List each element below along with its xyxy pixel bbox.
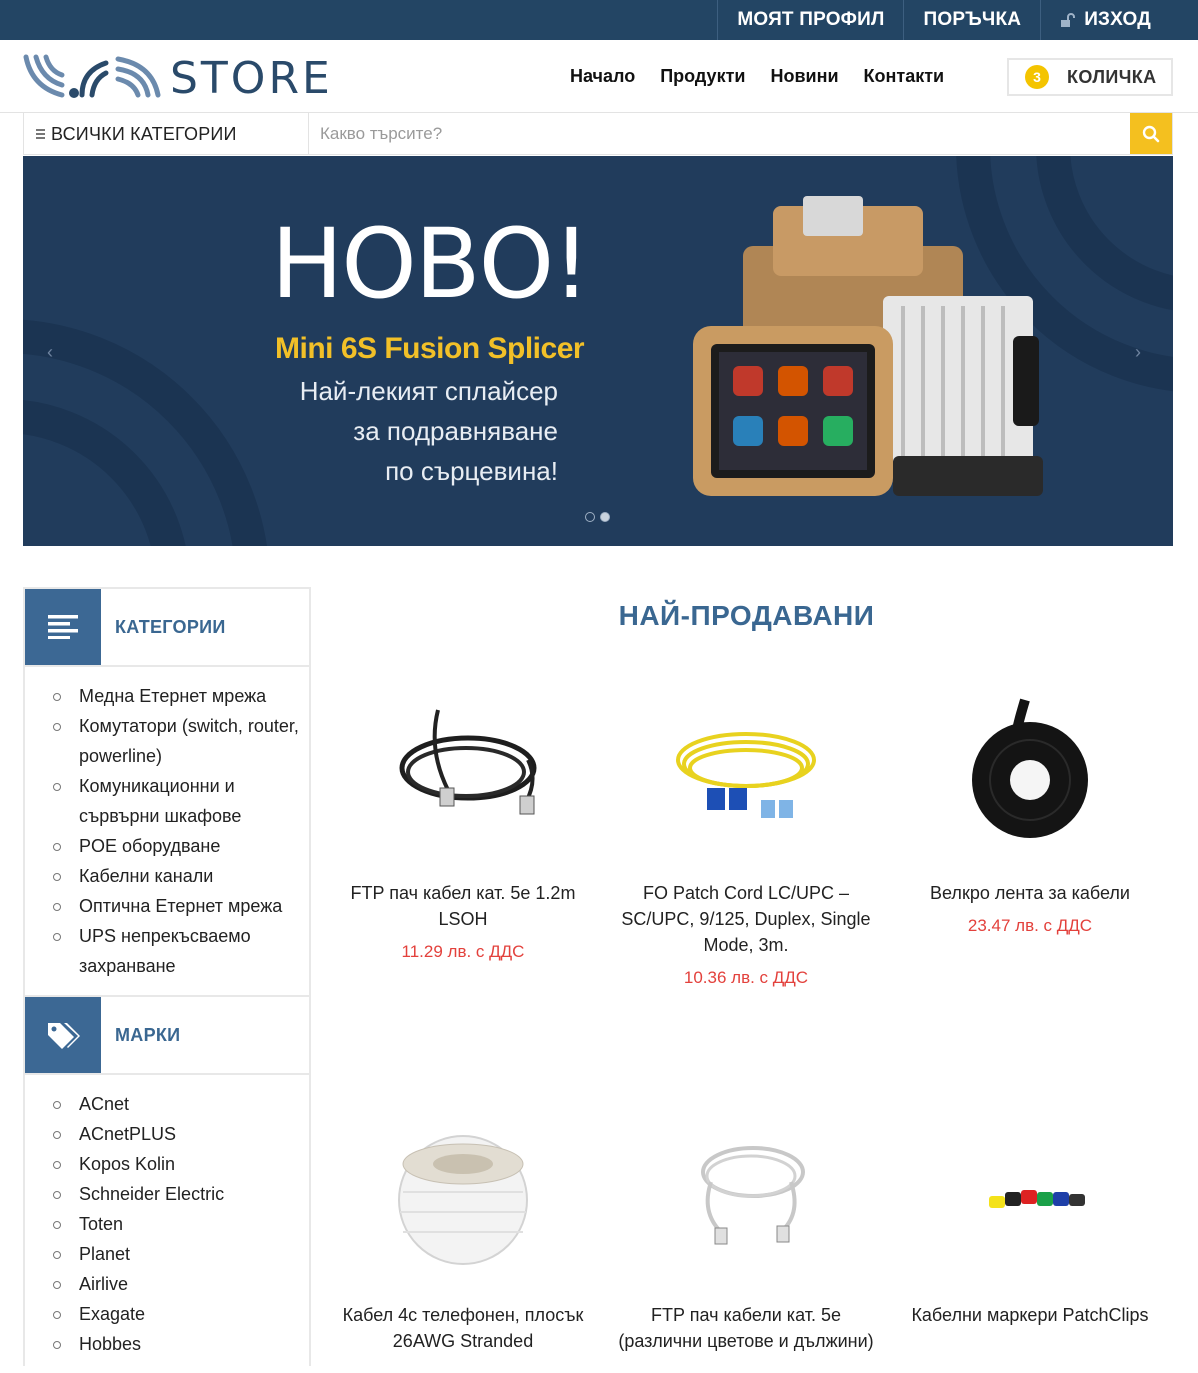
product-name[interactable]: Кабелни маркери PatchClips [900, 1302, 1160, 1328]
product-card[interactable]: FTP пач кабели кат. 5е (различни цветове… [616, 1112, 876, 1354]
brands-list: ACnet ACnetPLUS Kopos Kolin Schneider El… [25, 1075, 309, 1373]
brand-item[interactable]: ACnet [25, 1089, 309, 1119]
product-name[interactable]: FTP пач кабели кат. 5е (различни цветове… [616, 1302, 876, 1354]
brand-item[interactable]: Airlive [25, 1269, 309, 1299]
product-image-ftp-cable[interactable] [378, 690, 548, 860]
banner-line-1: Най-лекият сплайсер [299, 376, 558, 406]
brand-item[interactable]: Hobbes [25, 1329, 309, 1359]
search-icon [1142, 125, 1160, 142]
categories-list: Медна Етернет мрежа Комутатори (switch, … [25, 667, 309, 995]
tags-icon [48, 1023, 80, 1049]
product-price: 11.29 лв. с ДДС [401, 942, 525, 961]
product-image-telephone-cable[interactable] [378, 1112, 548, 1282]
brands-icon-box [25, 997, 101, 1073]
sidebar: КАТЕГОРИИ Медна Етернет мрежа Комутатори… [23, 587, 311, 1366]
logo-text: STORE [170, 53, 333, 104]
product-card[interactable]: FTP пач кабел кат. 5е 1.2m LSOH 11.29 лв… [333, 690, 593, 962]
list-icon [36, 129, 45, 139]
brand-item[interactable]: ACnetPLUS [25, 1119, 309, 1149]
product-price: 10.36 лв. с ДДС [683, 968, 809, 987]
brand-item[interactable]: Kopos Kolin [25, 1149, 309, 1179]
product-name[interactable]: FTP пач кабел кат. 5е 1.2m LSOH [333, 880, 593, 932]
categories-icon-box [25, 589, 101, 665]
top-bar: МОЯТ ПРОФИЛ ПОРЪЧКА ИЗХОД [0, 0, 1198, 40]
search-bar: ВСИЧКИ КАТЕГОРИИ [23, 113, 1173, 155]
cart-count-badge: 3 [1025, 65, 1049, 89]
brand-item[interactable]: Exagate [25, 1299, 309, 1329]
categories-header: КАТЕГОРИИ [25, 589, 309, 667]
unlock-icon [1061, 13, 1076, 27]
product-card[interactable]: Кабел 4с телефонен, плосък 26AWG Strande… [333, 1112, 593, 1354]
banner-prev-arrow[interactable]: ‹ [47, 342, 53, 363]
product-image-fo-patch-cord[interactable] [661, 690, 831, 860]
site-header: STORE Начало Продукти Новини Контакти 3 … [0, 40, 1198, 113]
category-select[interactable]: ВСИЧКИ КАТЕГОРИИ [24, 113, 309, 155]
banner-dot-1[interactable] [585, 512, 595, 522]
category-select-label: ВСИЧКИ КАТЕГОРИИ [51, 123, 237, 144]
banner-pagination [585, 512, 615, 522]
bestsellers-title: НАЙ-ПРОДАВАНИ [618, 600, 875, 631]
my-profile-link[interactable]: МОЯТ ПРОФИЛ [717, 0, 903, 40]
logout-link[interactable]: ИЗХОД [1040, 0, 1198, 40]
product-image-velcro[interactable] [945, 690, 1115, 860]
product-card[interactable]: FO Patch Cord LC/UPC – SC/UPC, 9/125, Du… [616, 690, 876, 988]
banner-subtitle: Mini 6S Fusion Splicer [275, 332, 585, 365]
cart-label: КОЛИЧКА [1067, 66, 1157, 87]
brand-item[interactable]: Schneider Electric [25, 1179, 309, 1209]
order-link[interactable]: ПОРЪЧКА [903, 0, 1040, 40]
brand-item[interactable]: Toten [25, 1209, 309, 1239]
banner-line-3: по сърцевина! [385, 456, 558, 486]
wireless-logo-icon [23, 54, 161, 98]
categories-title: КАТЕГОРИИ [115, 616, 226, 637]
brands-title: МАРКИ [115, 1024, 181, 1045]
nav-contacts[interactable]: Контакти [864, 66, 945, 87]
product-price: 23.47 лв. с ДДС [967, 916, 1093, 935]
store-logo[interactable]: STORE [22, 51, 330, 104]
nav-news[interactable]: Новини [770, 66, 838, 87]
my-profile-label: МОЯТ ПРОФИЛ [737, 9, 885, 30]
fusion-splicer-image [693, 196, 1043, 496]
banner-line-2: за подравняване [353, 416, 558, 446]
category-item[interactable]: Кабелни канали [25, 861, 309, 891]
hero-banner[interactable]: ‹ › НОВО! Mini 6S Fusion Splicer Най-лек… [23, 156, 1173, 546]
search-input[interactable] [309, 113, 1130, 154]
product-name[interactable]: Кабел 4с телефонен, плосък 26AWG Strande… [333, 1302, 593, 1354]
cart-button[interactable]: 3 КОЛИЧКА [1007, 58, 1173, 96]
logout-label: ИЗХОД [1084, 9, 1151, 30]
nav-products[interactable]: Продукти [660, 66, 745, 87]
search-button[interactable] [1130, 113, 1172, 154]
product-image-patchclips[interactable] [945, 1112, 1115, 1282]
account-links: МОЯТ ПРОФИЛ ПОРЪЧКА ИЗХОД [717, 0, 1198, 40]
banner-next-arrow[interactable]: › [1135, 342, 1141, 363]
main-nav: Начало Продукти Новини Контакти [570, 40, 969, 113]
product-image-ftp-cables-colors[interactable] [661, 1112, 831, 1282]
category-item[interactable]: POE оборудване [25, 831, 309, 861]
align-left-icon [48, 615, 78, 639]
category-item[interactable]: UPS непрекъсваемо захранване [25, 921, 309, 981]
product-card[interactable]: Кабелни маркери PatchClips [900, 1112, 1160, 1328]
category-item[interactable]: Комутатори (switch, router, powerline) [25, 711, 309, 771]
product-card[interactable]: Велкро лента за кабели 23.47 лв. с ДДС [900, 690, 1160, 936]
brands-header: МАРКИ [25, 997, 309, 1075]
product-name[interactable]: FO Patch Cord LC/UPC – SC/UPC, 9/125, Du… [616, 880, 876, 958]
category-item[interactable]: Медна Етернет мрежа [25, 681, 309, 711]
banner-dot-2[interactable] [600, 512, 610, 522]
order-label: ПОРЪЧКА [923, 9, 1022, 30]
category-item[interactable]: Оптична Етернет мрежа [25, 891, 309, 921]
banner-title: НОВО! [271, 208, 591, 320]
nav-home[interactable]: Начало [570, 66, 635, 87]
product-name[interactable]: Велкро лента за кабели [900, 880, 1160, 906]
brand-item[interactable]: Planet [25, 1239, 309, 1269]
category-item[interactable]: Комуникационни и сървърни шкафове [25, 771, 309, 831]
